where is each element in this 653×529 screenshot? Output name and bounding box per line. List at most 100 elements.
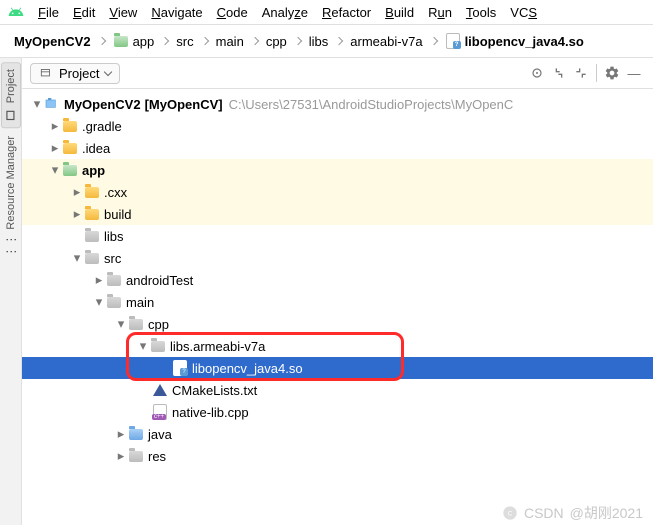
chevron-right-icon <box>251 37 259 45</box>
tree-node-build[interactable]: ▸ build <box>22 203 653 225</box>
tool-window-tabs: Project ⋮⋮ Resource Manager <box>0 58 22 525</box>
module-folder-icon <box>62 162 78 178</box>
tree-node-libs[interactable]: libs <box>22 225 653 247</box>
expand-arrow-icon[interactable]: ▸ <box>114 426 128 442</box>
tree-node-idea[interactable]: ▸ .idea <box>22 137 653 159</box>
folder-icon <box>84 250 100 266</box>
expand-arrow-icon[interactable]: ▸ <box>70 184 84 200</box>
menu-vcs[interactable]: VCS <box>510 5 537 20</box>
tree-node-nativelib[interactable]: native-lib.cpp <box>22 401 653 423</box>
tree-label: libopencv_java4.so <box>192 361 303 376</box>
tree-label: native-lib.cpp <box>172 405 249 420</box>
expand-arrow-icon[interactable]: ▾ <box>70 250 84 266</box>
tree-label: build <box>104 207 131 222</box>
watermark: C CSDN @胡刚2021 <box>502 503 643 523</box>
tree-label: cpp <box>148 317 169 332</box>
expand-arrow-icon[interactable]: ▸ <box>48 118 62 134</box>
source-folder-icon <box>128 426 144 442</box>
tree-label: res <box>148 449 166 464</box>
tree-node-cxx[interactable]: ▸ .cxx <box>22 181 653 203</box>
expand-arrow-icon[interactable]: ▾ <box>48 162 62 178</box>
tree-node-src[interactable]: ▾src <box>22 247 653 269</box>
menu-file[interactable]: File <box>38 5 59 20</box>
menu-view[interactable]: View <box>109 5 137 20</box>
main-menubar: File Edit View Navigate Code Analyze Ref… <box>0 0 653 25</box>
folder-icon <box>128 316 144 332</box>
menu-refactor[interactable]: Refactor <box>322 5 371 20</box>
tree-label: libs.armeabi-v7a <box>170 339 265 354</box>
tree-label: app <box>82 163 105 178</box>
tree-label: .idea <box>82 141 110 156</box>
menu-code[interactable]: Code <box>217 5 248 20</box>
chevron-right-icon <box>294 37 302 45</box>
folder-icon <box>128 448 144 464</box>
collapse-all-button[interactable] <box>570 62 592 84</box>
tree-node-cpp[interactable]: ▾ cpp <box>22 313 653 335</box>
tree-node-app[interactable]: ▾ app <box>22 159 653 181</box>
tree-node-libopencv[interactable]: libopencv_java4.so <box>22 357 653 379</box>
crumb-arch[interactable]: armeabi-v7a <box>346 32 426 51</box>
project-panel: Project — ▾ MyOpenCV2 [MyOpenCV] C:\User… <box>22 58 653 525</box>
tree-node-cmakelists[interactable]: CMakeLists.txt <box>22 379 653 401</box>
expand-arrow-icon[interactable]: ▾ <box>92 294 106 310</box>
crumb-root[interactable]: MyOpenCV2 <box>10 32 95 51</box>
folder-icon <box>106 272 122 288</box>
expand-all-button[interactable] <box>548 62 570 84</box>
cpp-file-icon <box>152 404 168 420</box>
tree-node-libs-armeabi[interactable]: ▾ libs.armeabi-v7a <box>22 335 653 357</box>
tree-path-hint: C:\Users\27531\AndroidStudioProjects\MyO… <box>229 97 514 112</box>
menu-build[interactable]: Build <box>385 5 414 20</box>
menu-tools[interactable]: Tools <box>466 5 496 20</box>
expand-arrow-icon[interactable]: ▸ <box>114 448 128 464</box>
project-view-label: Project <box>59 66 99 81</box>
menu-run[interactable]: Run <box>428 5 452 20</box>
android-studio-icon <box>8 4 24 20</box>
crumb-src[interactable]: src <box>172 32 197 51</box>
tree-label: java <box>148 427 172 442</box>
expand-arrow-icon[interactable]: ▾ <box>30 96 44 112</box>
crumb-cpp[interactable]: cpp <box>262 32 291 51</box>
hide-button[interactable]: — <box>623 62 645 84</box>
project-root-icon <box>44 96 60 112</box>
expand-arrow-icon[interactable]: ▾ <box>114 316 128 332</box>
file-so-icon <box>172 360 188 376</box>
menu-edit[interactable]: Edit <box>73 5 95 20</box>
tree-node-res[interactable]: ▸ res <box>22 445 653 467</box>
chevron-down-icon <box>104 67 112 75</box>
tree-label: .cxx <box>104 185 127 200</box>
tree-label: .gradle <box>82 119 122 134</box>
tree-label: libs <box>104 229 124 244</box>
expand-arrow-icon[interactable]: ▾ <box>136 338 150 354</box>
svg-text:C: C <box>508 511 513 518</box>
tree-node-root[interactable]: ▾ MyOpenCV2 [MyOpenCV] C:\Users\27531\An… <box>22 93 653 115</box>
tree-node-main[interactable]: ▾main <box>22 291 653 313</box>
cmake-icon <box>152 382 168 398</box>
tree-node-androidtest[interactable]: ▸ androidTest <box>22 269 653 291</box>
expand-arrow-icon[interactable]: ▸ <box>92 272 106 288</box>
chevron-right-icon <box>335 37 343 45</box>
select-opened-file-button[interactable] <box>526 62 548 84</box>
tree-node-gradle[interactable]: ▸ .gradle <box>22 115 653 137</box>
crumb-file[interactable]: libopencv_java4.so <box>441 31 588 51</box>
expand-arrow-icon[interactable]: ▸ <box>70 206 84 222</box>
project-view-selector[interactable]: Project <box>30 63 120 84</box>
side-tab-project[interactable]: Project <box>1 62 21 128</box>
folder-icon <box>84 206 100 222</box>
crumb-app[interactable]: app <box>109 31 159 51</box>
project-tree[interactable]: ▾ MyOpenCV2 [MyOpenCV] C:\Users\27531\An… <box>22 89 653 525</box>
folder-icon <box>106 294 122 310</box>
crumb-libs[interactable]: libs <box>305 32 333 51</box>
tree-label: androidTest <box>126 273 193 288</box>
crumb-main[interactable]: main <box>212 32 248 51</box>
chevron-right-icon <box>161 37 169 45</box>
side-tab-resource-manager[interactable]: ⋮⋮ Resource Manager <box>2 130 20 264</box>
folder-icon <box>62 140 78 156</box>
settings-button[interactable] <box>601 62 623 84</box>
menu-analyze[interactable]: Analyze <box>262 5 308 20</box>
expand-arrow-icon[interactable]: ▸ <box>48 140 62 156</box>
tree-node-java[interactable]: ▸ java <box>22 423 653 445</box>
folder-icon <box>62 118 78 134</box>
chevron-right-icon <box>200 37 208 45</box>
menu-navigate[interactable]: Navigate <box>151 5 202 20</box>
tree-module-label: [MyOpenCV] <box>145 97 223 112</box>
